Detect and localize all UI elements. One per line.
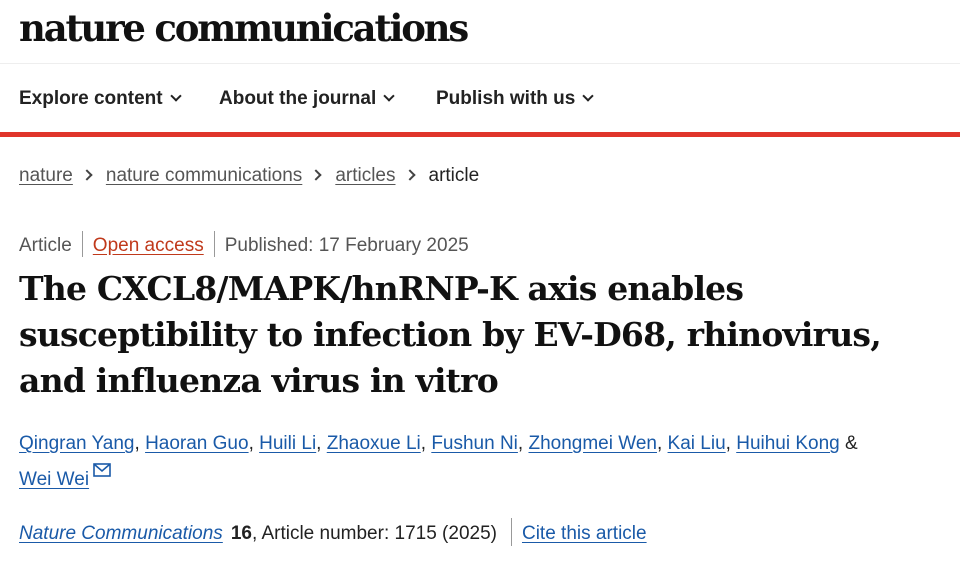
author-link[interactable]: Zhaoxue Li (327, 433, 421, 454)
breadcrumb: nature nature communications articles artic… (19, 164, 479, 188)
breadcrumb-link-nature[interactable]: nature (19, 165, 73, 186)
nav-label: Explore content (19, 88, 163, 109)
author-list: Qingran Yang, Haoran Guo, Huili Li, Zhao… (19, 426, 919, 498)
article-title: The CXCL8/MAPK/hnRNP-K axis enables susc… (19, 269, 882, 400)
published-date: Published: 17 February 2025 (224, 235, 469, 257)
chevron-down-icon (582, 90, 595, 102)
article-number: , Article number: 1715 (2025) (251, 523, 497, 545)
author-link[interactable]: Kai Liu (668, 433, 726, 454)
author-separator: , (725, 433, 737, 454)
article-type: Article (19, 235, 72, 257)
author-link[interactable]: Zhongmei Wen (528, 433, 657, 454)
author-separator: , (248, 433, 260, 454)
nav-explore-content[interactable]: Explore content (19, 87, 182, 111)
chevron-right-icon (310, 169, 322, 181)
accent-divider (0, 132, 960, 137)
breadcrumb-link-articles[interactable]: articles (335, 165, 395, 186)
journal-logo[interactable]: nature communications (19, 6, 469, 50)
citation-line: Nature Communications 16, Article number:… (19, 518, 647, 548)
chevron-right-icon (403, 169, 416, 181)
mail-icon[interactable] (93, 463, 111, 477)
nav-label: About the journal (219, 88, 377, 109)
author-link[interactable]: Haoran Guo (145, 433, 249, 454)
author-separator: , (517, 433, 529, 454)
author-link[interactable]: Qingran Yang (19, 433, 135, 454)
author-link[interactable]: Huili Li (259, 433, 316, 454)
nav-about-the-journal[interactable]: About the journal (219, 87, 395, 111)
author-separator: , (316, 433, 327, 454)
chevron-down-icon (169, 90, 182, 102)
meta-divider (213, 231, 215, 257)
author-joiner: & (839, 433, 858, 454)
meta-divider (81, 231, 83, 257)
breadcrumb-current: article (428, 165, 480, 186)
site-header: nature communications (0, 0, 960, 64)
author-separator: , (420, 433, 432, 454)
author-link[interactable]: Fushun Ni (431, 433, 518, 454)
volume-number: 16 (230, 523, 252, 545)
breadcrumb-link-nature-communications[interactable]: nature communications (106, 165, 302, 186)
open-access-link[interactable]: Open access (93, 235, 204, 256)
author-link[interactable]: Wei Wei (19, 469, 89, 490)
cite-this-article-link[interactable]: Cite this article (522, 523, 647, 544)
author-link[interactable]: Huihui Kong (736, 433, 840, 454)
nav-publish-with-us[interactable]: Publish with us (436, 87, 595, 111)
chevron-down-icon (383, 90, 395, 102)
chevron-right-icon (81, 169, 93, 181)
author-separator: , (134, 433, 146, 454)
author-separator: , (656, 433, 668, 454)
main-nav: Explore content About the journal Publis… (0, 65, 960, 132)
article-meta: Article Open access Published: 17 February… (19, 231, 469, 259)
journal-link[interactable]: Nature Communications (19, 523, 223, 544)
nav-label: Publish with us (436, 88, 576, 109)
citation-divider (510, 518, 512, 546)
